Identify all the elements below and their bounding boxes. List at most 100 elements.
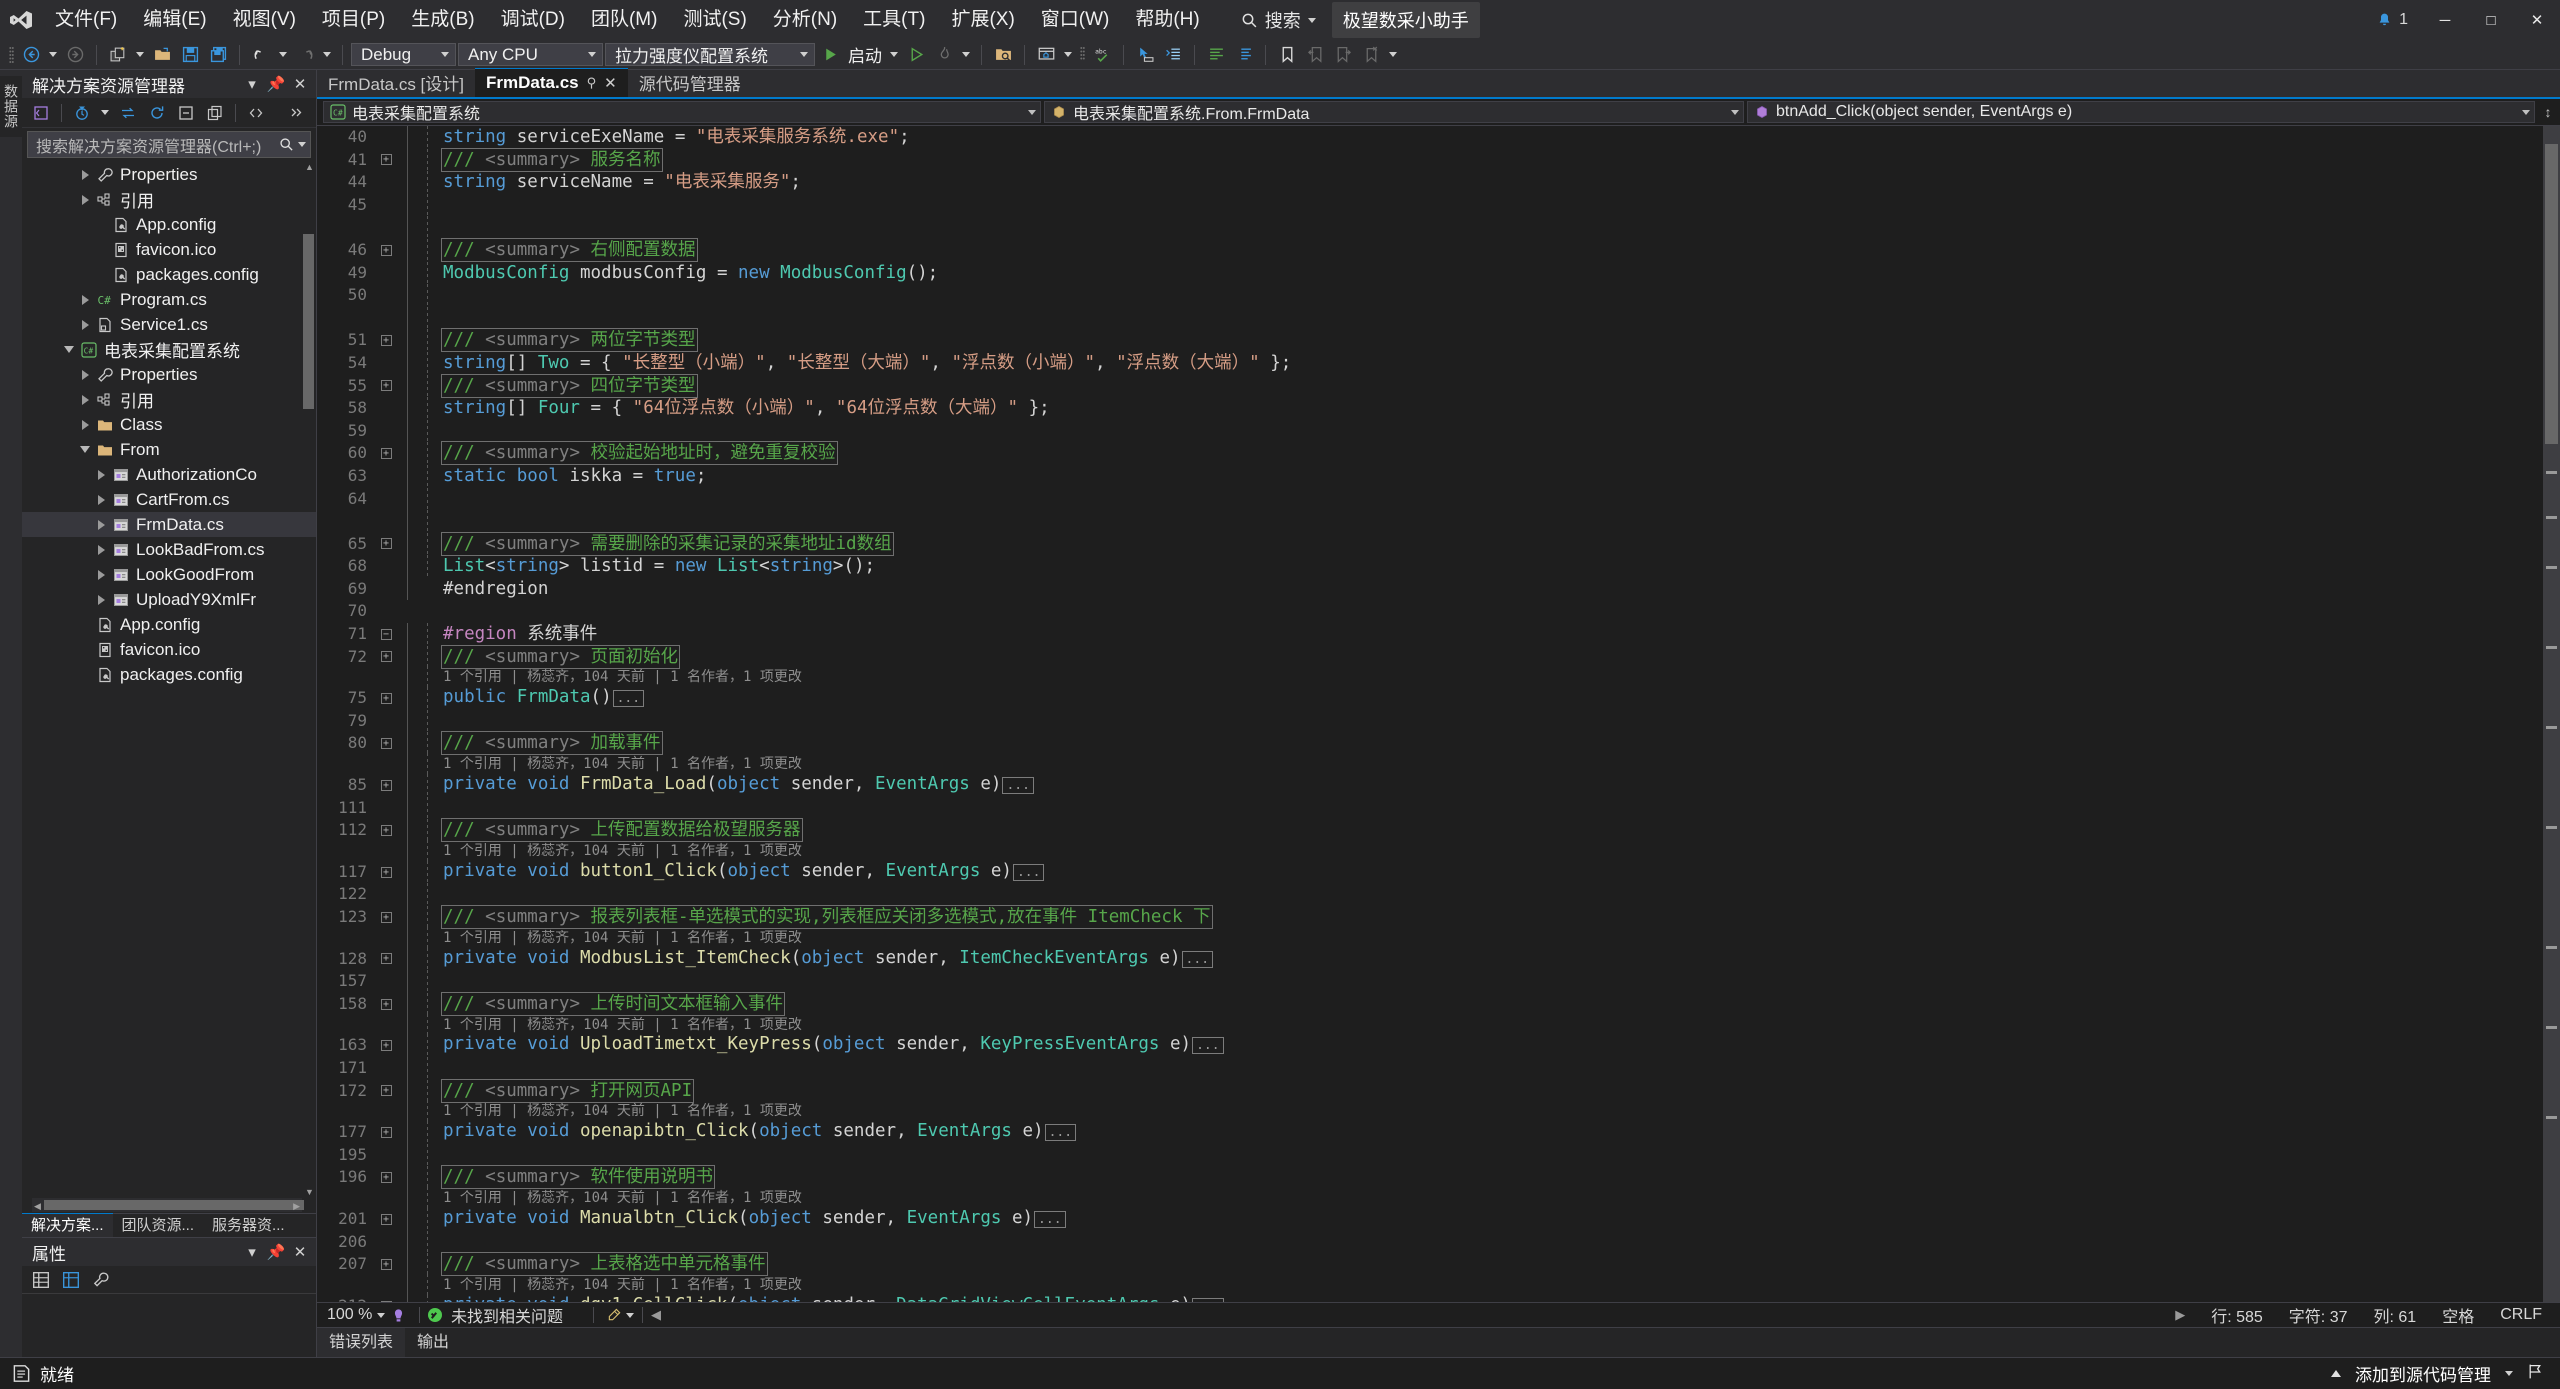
save-all-button[interactable] <box>205 42 231 68</box>
menu-item-tools[interactable]: 工具(T) <box>850 0 938 40</box>
new-project-button[interactable] <box>105 42 131 68</box>
startup-project-dropdown[interactable]: 拉力强度仪配置系统 <box>605 43 815 66</box>
properties-grid[interactable] <box>22 1294 316 1357</box>
tree-item-packages-config[interactable]: packages.config <box>22 262 316 287</box>
expand-chevron-right-icon[interactable] <box>76 387 94 412</box>
redo-button[interactable] <box>292 42 318 68</box>
indent-button[interactable] <box>1160 42 1186 68</box>
menu-item-extensions[interactable]: 扩展(X) <box>938 0 1027 40</box>
navigate-forward-button[interactable] <box>62 42 88 68</box>
tree-item-frmdata-cs[interactable]: FrmData.cs <box>22 512 316 537</box>
menu-item-file[interactable]: 文件(F) <box>42 0 130 40</box>
refresh-button[interactable] <box>144 101 170 125</box>
source-code[interactable]: 40 string serviceExeName = "电表采集服务系统.exe"… <box>317 126 2543 1302</box>
categorized-view-button[interactable] <box>28 1268 54 1292</box>
fold-collapse-icon[interactable]: − <box>375 628 397 640</box>
fold-expand-icon[interactable]: + <box>375 1213 397 1225</box>
tree-item-uploady9xmlfr[interactable]: UploadY9XmlFr <box>22 587 316 612</box>
intellicode-icon[interactable] <box>385 1308 411 1323</box>
new-project-dropdown[interactable] <box>133 42 147 68</box>
expand-chevron-right-icon[interactable] <box>76 312 94 337</box>
tree-item-from[interactable]: From <box>22 437 316 462</box>
pending-changes-button[interactable] <box>69 101 95 125</box>
open-file-button[interactable] <box>149 42 175 68</box>
scroll-left-icon[interactable]: ◀ <box>651 1307 661 1323</box>
expand-chevron-right-icon[interactable] <box>92 537 110 562</box>
fold-expand-icon[interactable]: + <box>375 244 397 256</box>
tree-vertical-scrollbar[interactable]: ▲ ▼ <box>303 162 314 1197</box>
solution-platform-dropdown[interactable]: Any CPU <box>458 43 603 66</box>
toolbar-grip[interactable] <box>6 44 16 66</box>
expand-chevron-right-icon[interactable] <box>92 562 110 587</box>
fold-expand-icon[interactable]: + <box>375 1085 397 1097</box>
menu-item-build[interactable]: 生成(B) <box>398 0 487 40</box>
expand-chevron-right-icon[interactable] <box>76 162 94 187</box>
expand-chevron-right-icon[interactable] <box>76 362 94 387</box>
pin-icon[interactable]: ⚲ <box>587 75 597 91</box>
assistant-button[interactable]: 极望数采小助手 <box>1331 2 1480 38</box>
pane-overflow-button[interactable] <box>284 101 310 125</box>
expand-chevron-right-icon[interactable] <box>92 512 110 537</box>
tree-item-app-config[interactable]: App.config <box>22 612 316 637</box>
collapsed-block-ellipsis[interactable]: ... <box>1034 1210 1066 1228</box>
caret-up-icon[interactable] <box>2331 1370 2341 1377</box>
solution-configuration-dropdown[interactable]: Debug <box>351 43 456 66</box>
code-scroll-region[interactable]: 40 string serviceExeName = "电表采集服务系统.exe"… <box>317 126 2543 1302</box>
solution-explorer-search[interactable]: 搜索解决方案资源管理器(Ctrl+;) <box>27 131 311 158</box>
pin-icon[interactable]: 📌 <box>266 74 286 94</box>
menu-item-view[interactable]: 视图(V) <box>220 0 309 40</box>
hot-reload-dropdown[interactable] <box>959 42 973 68</box>
pending-changes-dropdown[interactable] <box>98 100 112 126</box>
tab-frmdata-code[interactable]: FrmData.cs ⚲ ✕ <box>475 68 628 97</box>
chevron-down-icon[interactable] <box>298 142 306 147</box>
chevron-down-icon[interactable] <box>2505 1371 2513 1376</box>
undo-button[interactable] <box>248 42 274 68</box>
notification-flag-icon[interactable] <box>2527 1363 2544 1385</box>
minimize-button[interactable]: ─ <box>2422 0 2468 40</box>
code-view-button[interactable] <box>28 101 54 125</box>
tree-item--[interactable]: C# 电表采集配置系统 <box>22 337 316 362</box>
close-button[interactable]: ✕ <box>2514 0 2560 40</box>
fold-expand-icon[interactable]: + <box>375 779 397 791</box>
expand-chevron-right-icon[interactable] <box>92 487 110 512</box>
clear-bookmarks-button[interactable] <box>1358 42 1384 68</box>
view-code-brackets-button[interactable] <box>243 101 269 125</box>
tree-item-packages-config[interactable]: packages.config <box>22 662 316 687</box>
zoom-level[interactable]: 100 % <box>317 1306 377 1324</box>
fold-expand-icon[interactable]: + <box>375 1300 397 1302</box>
find-in-files-button[interactable] <box>990 42 1016 68</box>
menu-item-project[interactable]: 项目(P) <box>309 0 398 40</box>
chevron-down-icon[interactable] <box>626 1312 635 1318</box>
navbar-type-dropdown[interactable]: 电表采集配置系统.From.FrmData <box>1044 101 1744 123</box>
notifications-indicator[interactable]: 1 <box>2362 11 2422 29</box>
fold-expand-icon[interactable]: + <box>375 866 397 878</box>
navbar-project-dropdown[interactable]: C# 电表采集配置系统 <box>323 101 1041 123</box>
toolbar-grip[interactable] <box>1077 44 1087 66</box>
start-without-debug-button[interactable] <box>903 42 929 68</box>
tree-item-favicon-ico[interactable]: favicon.ico <box>22 637 316 662</box>
dock-tab-server-explorer[interactable]: 服务器资... <box>203 1214 294 1238</box>
uncomment-button[interactable] <box>1231 42 1257 68</box>
menu-item-test[interactable]: 测试(S) <box>670 0 759 40</box>
collapsed-block-ellipsis[interactable]: ... <box>1044 1124 1077 1142</box>
navbar-member-dropdown[interactable]: btnAdd_Click(object sender, EventArgs e) <box>1747 101 2535 123</box>
alphabetical-view-button[interactable] <box>58 1268 84 1292</box>
menu-item-help[interactable]: 帮助(H) <box>1122 0 1212 40</box>
start-debug-button[interactable] <box>817 42 843 68</box>
navigate-back-button[interactable] <box>18 42 44 68</box>
vertical-tab-datasource[interactable]: 数据源 <box>0 76 23 137</box>
tree-item-authorizationco[interactable]: AuthorizationCo <box>22 462 316 487</box>
dock-tab-solution-explorer[interactable]: 解决方案... <box>22 1213 113 1238</box>
code-editor-area[interactable]: 40 string serviceExeName = "电表采集服务系统.exe"… <box>317 126 2560 1302</box>
fold-expand-icon[interactable]: + <box>375 738 397 750</box>
tree-item-app-config[interactable]: App.config <box>22 212 316 237</box>
redo-dropdown[interactable] <box>320 42 334 68</box>
properties-button[interactable] <box>88 1268 114 1292</box>
fold-expand-icon[interactable]: + <box>375 693 397 705</box>
pane-menu-chevron-icon[interactable]: ▾ <box>242 74 262 94</box>
pane-menu-chevron-icon[interactable]: ▾ <box>242 1242 262 1262</box>
fold-expand-icon[interactable]: + <box>375 953 397 965</box>
fold-expand-icon[interactable]: + <box>375 1040 397 1052</box>
collapsed-block-ellipsis[interactable]: ... <box>1012 863 1045 881</box>
editor-vertical-scrollbar[interactable] <box>2543 126 2560 1302</box>
